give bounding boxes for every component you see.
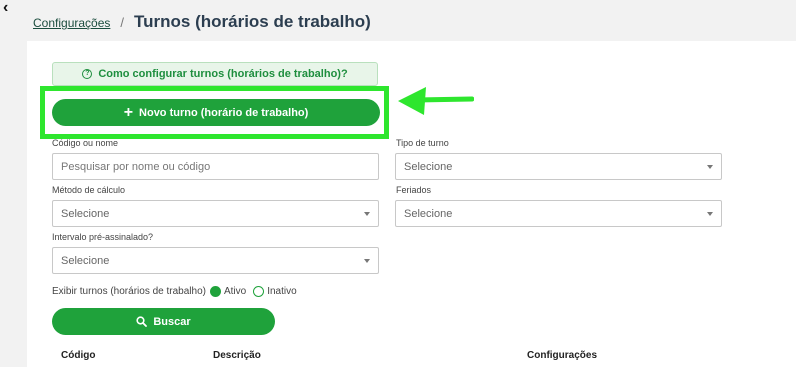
- radio-inativo[interactable]: Inativo: [253, 285, 297, 297]
- display-toggle: Exibir turnos (horários de trabalho) Ati…: [52, 284, 300, 298]
- caret-down-icon: [707, 212, 713, 216]
- breadcrumb-link-configuracoes[interactable]: Configurações: [33, 16, 110, 30]
- arrow-left-icon: [398, 87, 474, 115]
- search-input[interactable]: [61, 154, 378, 179]
- pre-signed-interval-value: Selecione: [61, 254, 110, 267]
- radio-filled-icon[interactable]: [209, 285, 221, 297]
- breadcrumb-separator: /: [120, 15, 125, 30]
- column-header-codigo[interactable]: Código: [61, 350, 95, 361]
- chevron-left-icon[interactable]: ‹: [3, 0, 17, 16]
- column-header-descricao[interactable]: Descrição: [213, 350, 261, 361]
- calc-method-value: Selecione: [61, 207, 110, 220]
- pre-signed-interval-select[interactable]: Selecione: [52, 247, 379, 274]
- radio-ativo[interactable]: Ativo: [209, 285, 247, 297]
- search-icon: [136, 316, 148, 327]
- help-link[interactable]: ? Como configurar turnos (horários de tr…: [52, 62, 378, 86]
- help-link-label: Como configurar turnos (horários de trab…: [98, 68, 348, 80]
- calc-method-label: Método de cálculo: [52, 185, 126, 195]
- display-toggle-label: Exibir turnos (horários de trabalho): [52, 285, 206, 297]
- holidays-value: Selecione: [404, 207, 453, 220]
- code-or-name-label: Código ou nome: [52, 138, 119, 148]
- search-button-label: Buscar: [153, 315, 191, 328]
- question-circle-icon: ?: [82, 69, 93, 79]
- code-or-name-field: [52, 153, 379, 180]
- new-shift-button-label: Novo turno (horário de trabalho): [139, 106, 309, 119]
- caret-down-icon: [364, 212, 370, 216]
- search-button[interactable]: Buscar: [52, 308, 275, 335]
- shift-type-select[interactable]: Selecione: [395, 153, 722, 180]
- shift-type-label: Tipo de turno: [396, 138, 449, 148]
- radio-inativo-label: Inativo: [267, 285, 297, 297]
- caret-down-icon: [364, 259, 370, 263]
- holidays-select[interactable]: Selecione: [395, 200, 722, 227]
- radio-ativo-label: Ativo: [223, 285, 247, 297]
- new-shift-button[interactable]: + Novo turno (horário de trabalho): [52, 99, 380, 126]
- plus-icon: +: [123, 103, 134, 121]
- column-header-configuracoes: Configurações: [527, 350, 598, 361]
- calc-method-select[interactable]: Selecione: [52, 200, 379, 227]
- caret-down-icon: [707, 165, 713, 169]
- shift-type-value: Selecione: [404, 160, 453, 173]
- breadcrumb: Configurações / Turnos (horários de trab…: [33, 12, 371, 36]
- pre-signed-interval-label: Intervalo pré-assinalado?: [52, 232, 154, 242]
- holidays-label: Feriados: [396, 185, 432, 195]
- radio-empty-icon[interactable]: [253, 285, 265, 297]
- page-title: Turnos (horários de trabalho): [134, 12, 371, 31]
